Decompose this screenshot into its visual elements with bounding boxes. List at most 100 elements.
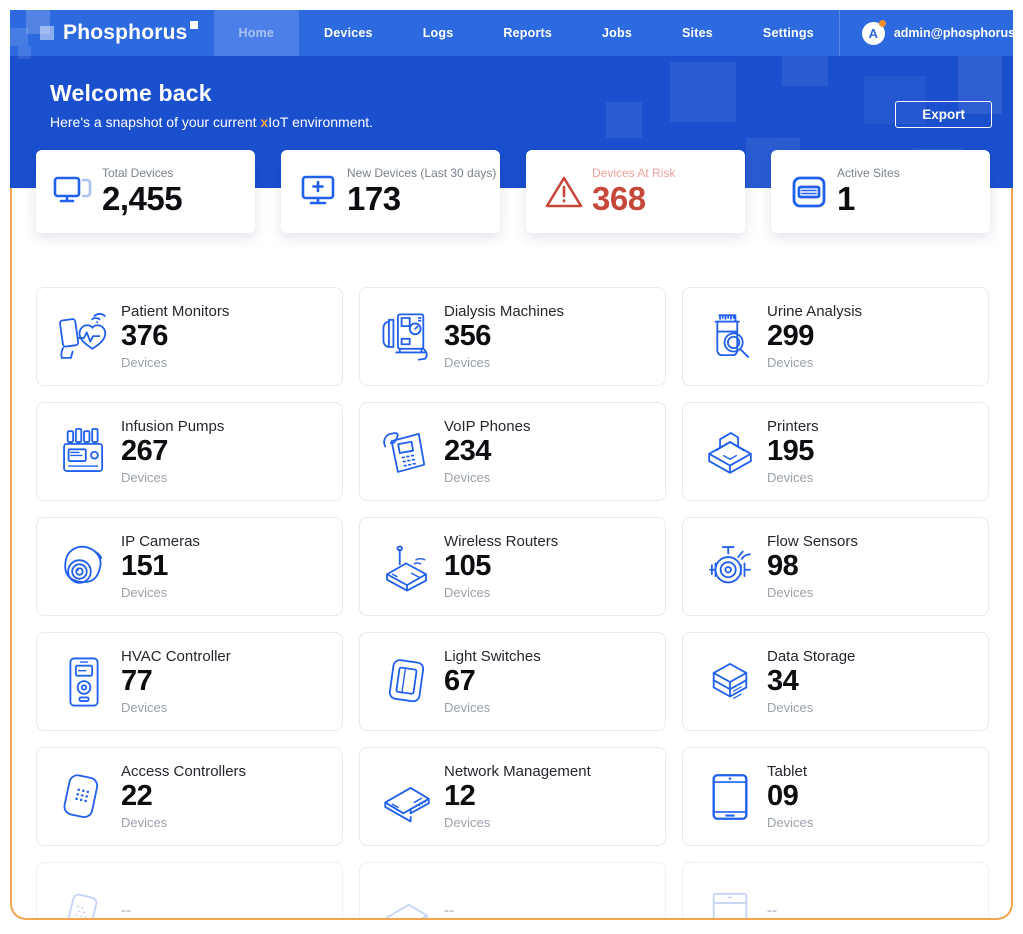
category-title: Tablet <box>767 763 813 780</box>
top-navigation-bar: Phosphorus Home Devices Logs Reports Jobs Sit… <box>10 10 1013 56</box>
device-category-card-placeholder[interactable]: -- <box>682 862 989 920</box>
stat-value: 368 <box>592 182 675 217</box>
welcome-title: Welcome back <box>50 80 212 107</box>
box-faded-icon <box>378 883 436 921</box>
category-unit-label: Devices <box>121 355 229 370</box>
category-count: 299 <box>767 321 862 353</box>
device-category-grid-partial: -- -- -- <box>36 862 989 920</box>
category-count: 12 <box>444 781 591 813</box>
device-category-card-wireless-routers[interactable]: Wireless Routers 105 Devices <box>359 517 666 616</box>
data-storage-icon <box>701 653 759 711</box>
category-unit-label: Devices <box>767 815 813 830</box>
category-unit-label: Devices <box>767 585 858 600</box>
category-count: 98 <box>767 551 858 583</box>
device-category-card-patient-monitors[interactable]: Patient Monitors 376 Devices <box>36 287 343 386</box>
device-category-card-placeholder[interactable]: -- <box>359 862 666 920</box>
category-title: Infusion Pumps <box>121 418 224 435</box>
nav-item-reports[interactable]: Reports <box>478 10 577 56</box>
category-unit-label: Devices <box>767 700 855 715</box>
deco-square <box>782 56 828 86</box>
device-category-card-data-storage[interactable]: Data Storage 34 Devices <box>682 632 989 731</box>
stats-summary-row: Total Devices 2,455 New Devices (Last 30… <box>36 150 990 233</box>
category-count: 77 <box>121 666 231 698</box>
nav-item-jobs[interactable]: Jobs <box>577 10 657 56</box>
stat-label: Active Sites <box>837 166 900 180</box>
stat-card-total-devices[interactable]: Total Devices 2,455 <box>36 150 255 233</box>
monitor-duo-icon <box>53 174 95 210</box>
deco-square <box>606 102 642 138</box>
category-unit-label: Devices <box>767 355 862 370</box>
nav-item-devices[interactable]: Devices <box>299 10 398 56</box>
category-title: IP Cameras <box>121 533 200 550</box>
category-count: 151 <box>121 551 200 583</box>
main-content: Patient Monitors 376 Devices Dialysis Ma… <box>10 188 1013 920</box>
welcome-subtitle: Here's a snapshot of your current xIoT e… <box>50 114 373 130</box>
stat-card-devices-at-risk[interactable]: Devices At Risk 368 <box>526 150 745 233</box>
export-button[interactable]: Export <box>895 101 992 128</box>
device-category-card-urine-analysis[interactable]: Urine Analysis 299 Devices <box>682 287 989 386</box>
device-category-card-infusion-pumps[interactable]: Infusion Pumps 267 Devices <box>36 402 343 501</box>
nav-item-label: Jobs <box>602 26 632 40</box>
device-category-card-voip-phones[interactable]: VoIP Phones 234 Devices <box>359 402 666 501</box>
warning-triangle-icon <box>543 174 585 210</box>
device-category-card-placeholder[interactable]: -- <box>36 862 343 920</box>
stat-value: 173 <box>347 182 496 217</box>
tablet-icon <box>701 768 759 826</box>
category-unit-label: Devices <box>444 815 591 830</box>
device-category-card-tablet[interactable]: Tablet 09 Devices <box>682 747 989 846</box>
flow-sensors-icon <box>701 538 759 596</box>
category-title: VoIP Phones <box>444 418 530 435</box>
stat-label: Devices At Risk <box>592 166 675 180</box>
wireless-routers-icon <box>378 538 436 596</box>
nav-item-settings[interactable]: Settings <box>738 10 839 56</box>
nav-item-sites[interactable]: Sites <box>657 10 738 56</box>
nav-item-label: Home <box>239 26 275 40</box>
nav-item-home[interactable]: Home <box>214 10 300 56</box>
nav-item-label: Reports <box>503 26 552 40</box>
device-category-card-ip-cameras[interactable]: IP Cameras 151 Devices <box>36 517 343 616</box>
device-category-card-flow-sensors[interactable]: Flow Sensors 98 Devices <box>682 517 989 616</box>
user-email: admin@phosphorus.io <box>894 26 1023 40</box>
category-title: Urine Analysis <box>767 303 862 320</box>
category-title: Patient Monitors <box>121 303 229 320</box>
user-menu[interactable]: A admin@phosphorus.io ▼ <box>839 10 1023 56</box>
nav-item-label: Settings <box>763 26 814 40</box>
stat-label: New Devices (Last 30 days) <box>347 166 496 180</box>
device-category-grid: Patient Monitors 376 Devices Dialysis Ma… <box>36 287 989 846</box>
notification-dot <box>879 20 886 27</box>
stat-card-new-devices-last-30-days-[interactable]: New Devices (Last 30 days) 173 <box>281 150 500 233</box>
stat-label: Total Devices <box>102 166 182 180</box>
nav-item-label: Logs <box>423 26 454 40</box>
category-unit-label: Devices <box>767 470 819 485</box>
access-controllers-icon <box>55 768 113 826</box>
nav-item-logs[interactable]: Logs <box>398 10 479 56</box>
user-avatar: A <box>862 22 885 45</box>
window-faded-icon <box>701 883 759 921</box>
device-category-card-dialysis-machines[interactable]: Dialysis Machines 356 Devices <box>359 287 666 386</box>
category-count: 34 <box>767 666 855 698</box>
category-unit-label: Devices <box>444 700 541 715</box>
patient-monitors-icon <box>55 308 113 366</box>
stat-value: 2,455 <box>102 182 182 217</box>
category-title: Access Controllers <box>121 763 246 780</box>
device-category-card-printers[interactable]: Printers 195 Devices <box>682 402 989 501</box>
device-category-card-network-management[interactable]: Network Management 12 Devices <box>359 747 666 846</box>
category-title: -- <box>444 902 454 919</box>
stat-card-active-sites[interactable]: Active Sites 1 <box>771 150 990 233</box>
network-management-icon <box>378 768 436 826</box>
category-count: 376 <box>121 321 229 353</box>
device-category-card-access-controllers[interactable]: Access Controllers 22 Devices <box>36 747 343 846</box>
category-count: 195 <box>767 436 819 468</box>
category-unit-label: Devices <box>444 470 530 485</box>
category-count: 267 <box>121 436 224 468</box>
brand-logo[interactable]: Phosphorus <box>40 10 188 56</box>
light-switches-icon <box>378 653 436 711</box>
category-title: -- <box>767 902 777 919</box>
ip-cameras-icon <box>55 538 113 596</box>
category-unit-label: Devices <box>121 585 200 600</box>
device-category-card-hvac-controller[interactable]: HVAC Controller 77 Devices <box>36 632 343 731</box>
device-category-card-light-switches[interactable]: Light Switches 67 Devices <box>359 632 666 731</box>
category-count: 105 <box>444 551 558 583</box>
category-count: 67 <box>444 666 541 698</box>
category-count: 356 <box>444 321 564 353</box>
